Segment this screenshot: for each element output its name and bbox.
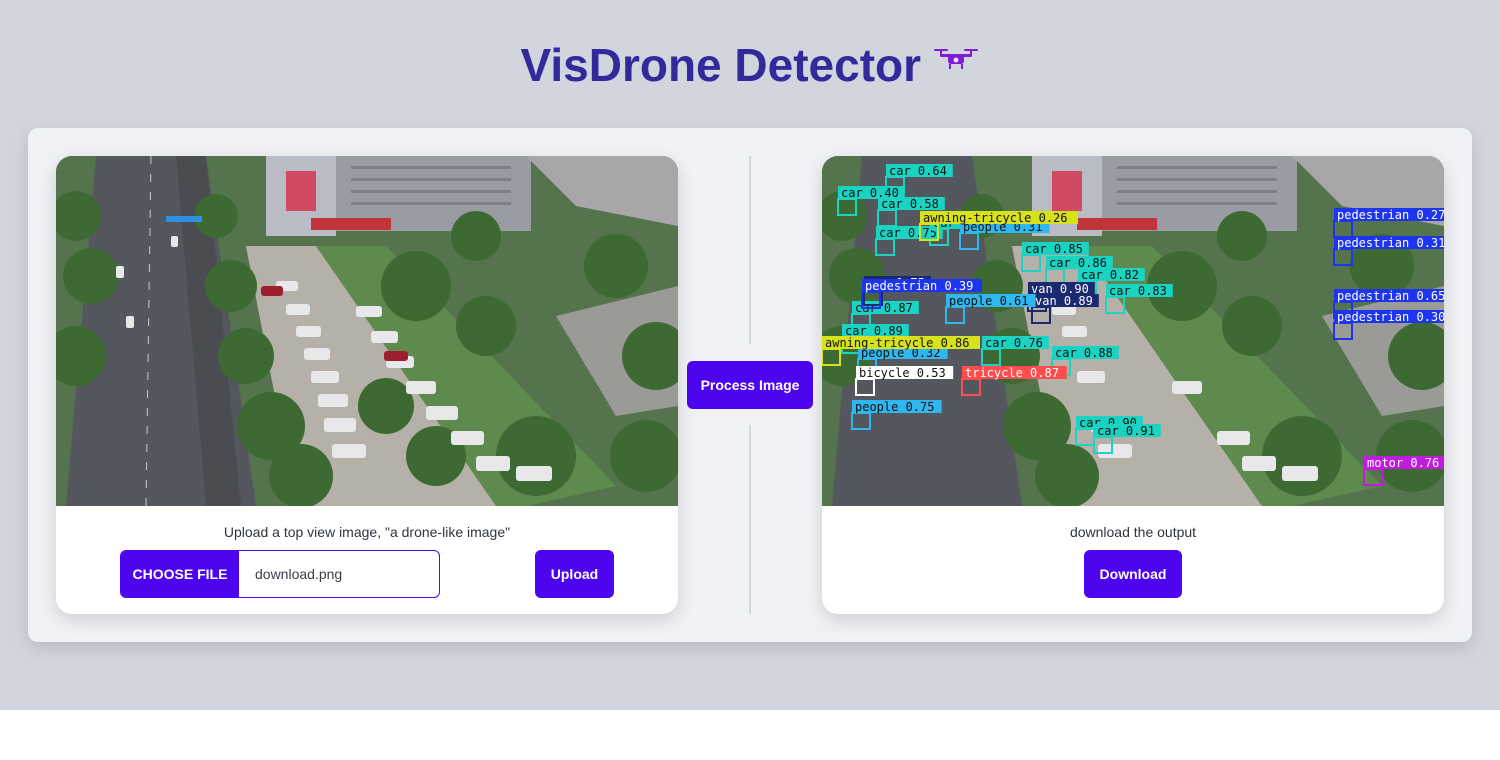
detection-label-text: tricycle 0.87	[965, 366, 1059, 380]
file-input[interactable]: CHOOSE FILE download.png	[120, 550, 440, 598]
input-card: Upload a top view image, "a drone-like i…	[56, 156, 678, 614]
output-card: car 0.64car 0.40car 0.58car 0.75car 0.84…	[822, 156, 1444, 614]
process-image-button[interactable]: Process Image	[687, 361, 813, 409]
detection-label-text: pedestrian 0.27	[1337, 208, 1444, 222]
divider-bottom	[749, 425, 751, 614]
detection-label-text: people 0.61	[949, 294, 1028, 308]
download-caption: download the output	[1069, 524, 1197, 540]
detection-label-text: bicycle 0.53	[859, 366, 946, 380]
page-title: VisDrone Detector	[520, 39, 922, 91]
detection-label-text: car 0.75	[879, 226, 937, 240]
output-image-preview: car 0.64car 0.40car 0.58car 0.75car 0.84…	[822, 156, 1444, 506]
detection-label-text: car 0.76	[985, 336, 1043, 350]
detection-label-text: car 0.83	[1109, 284, 1167, 298]
detection-label-text: car 0.85	[1025, 242, 1083, 256]
detection-label-text: pedestrian 0.65	[1337, 289, 1444, 303]
detection-label-text: motor 0.76	[1367, 456, 1439, 470]
main-panel: Upload a top view image, "a drone-like i…	[28, 128, 1472, 642]
detection-label-text: awning-tricycle 0.26	[923, 211, 1068, 225]
selected-file-name: download.png	[255, 566, 343, 582]
detection-label-text: pedestrian 0.39	[865, 279, 973, 293]
detection-label-text: car 0.64	[889, 164, 947, 178]
detection-label-text: van 0.89	[1035, 294, 1093, 308]
detection-label-text: people 0.75	[855, 400, 934, 414]
detection-label-text: car 0.82	[1081, 268, 1139, 282]
drone-icon	[933, 45, 979, 76]
upload-button[interactable]: Upload	[535, 550, 614, 598]
drone-scene-image	[56, 156, 678, 506]
detection-label-text: car 0.58	[881, 197, 939, 211]
detection-label-text: awning-tricycle 0.86	[825, 336, 970, 350]
input-image-preview	[56, 156, 678, 506]
detection-label-text: car 0.91	[1097, 424, 1155, 438]
detection-result-image: car 0.64car 0.40car 0.58car 0.75car 0.84…	[822, 156, 1444, 506]
page-header: VisDrone Detector	[0, 38, 1500, 92]
download-button[interactable]: Download	[1084, 550, 1182, 598]
divider-top	[749, 156, 751, 344]
choose-file-button[interactable]: CHOOSE FILE	[121, 551, 239, 597]
detection-label-text: pedestrian 0.30	[1337, 310, 1444, 324]
detection-label-text: car 0.88	[1055, 346, 1113, 360]
detection-label-text: pedestrian 0.31	[1337, 236, 1444, 250]
upload-caption: Upload a top view image, "a drone-like i…	[223, 524, 511, 540]
